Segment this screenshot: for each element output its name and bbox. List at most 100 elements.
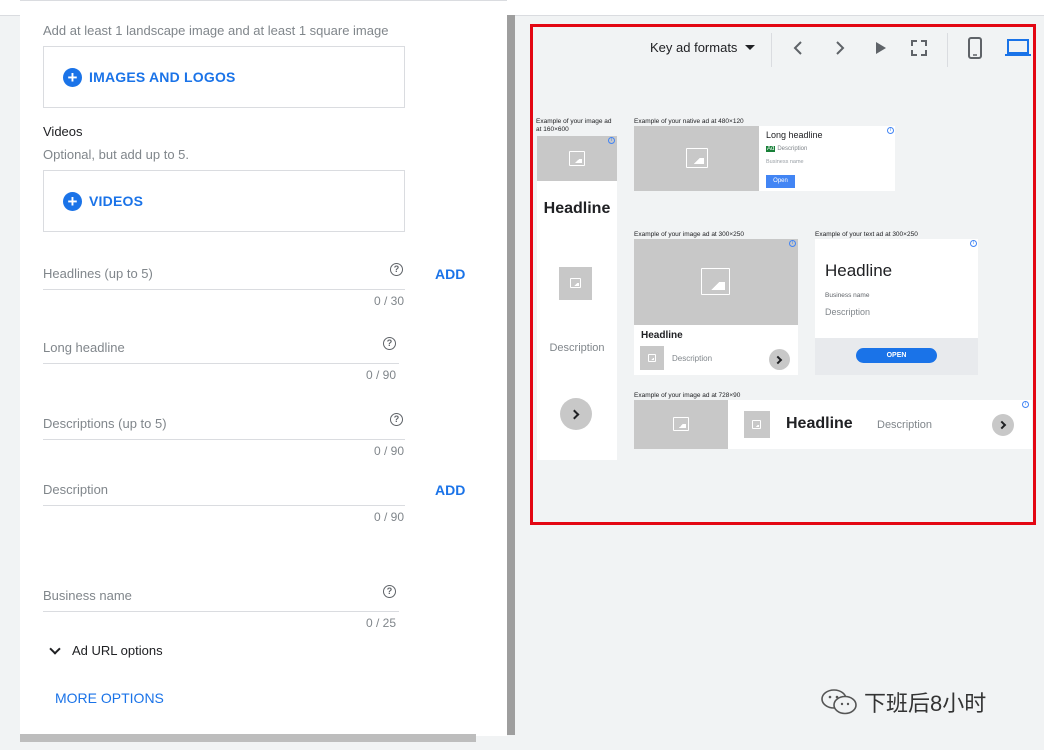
ad-description: Description	[877, 419, 933, 431]
image-icon	[673, 417, 689, 431]
help-icon[interactable]: ?	[383, 337, 396, 350]
ad-headline: Headline	[543, 200, 611, 217]
caption-text-300x250: Example of your text ad at 300×250	[815, 231, 918, 238]
descriptions-counter: 0 / 90	[374, 444, 405, 458]
description-field[interactable]: Description	[43, 482, 108, 497]
ad-image-300x250: i Headline Description	[634, 239, 798, 375]
long-headline-underline	[43, 363, 399, 364]
image-placeholder	[634, 126, 759, 191]
image-icon	[648, 354, 656, 362]
chevron-right-icon	[560, 398, 592, 430]
preview-toolbar: Key ad formats	[533, 27, 1033, 71]
image-placeholder	[537, 136, 617, 181]
caption-native-480x120: Example of your native ad at 480×120	[634, 118, 744, 125]
help-icon[interactable]: ?	[383, 585, 396, 598]
watermark-text: 下班后8小时	[864, 691, 987, 716]
open-button: OPEN	[856, 348, 937, 363]
open-button: Open	[766, 175, 795, 188]
more-options-button[interactable]: MORE OPTIONS	[55, 690, 164, 706]
horizontal-scrollbar[interactable]	[20, 734, 476, 742]
logo-placeholder	[559, 267, 592, 300]
ad-headline: Headline	[825, 261, 893, 280]
descriptions-field[interactable]: Descriptions (up to 5)	[43, 416, 167, 431]
chevron-right-icon	[992, 414, 1014, 436]
format-select[interactable]: Key ad formats	[650, 40, 756, 55]
logo-placeholder	[744, 411, 770, 438]
image-placeholder	[634, 239, 798, 325]
business-name-field[interactable]: Business name	[43, 588, 132, 603]
ad-form-panel	[20, 0, 507, 736]
add-videos-label: VIDEOS	[89, 193, 144, 209]
videos-hint: Optional, but add up to 5.	[43, 147, 189, 162]
ad-description: Description	[777, 146, 808, 152]
laptop-icon[interactable]	[1005, 37, 1031, 59]
ad-headline: Long headline	[766, 130, 823, 140]
form-scrollbar[interactable]	[507, 15, 515, 735]
image-icon	[701, 268, 730, 295]
image-icon	[686, 148, 708, 168]
ad-banner-728x90: Headline Description i	[634, 400, 1032, 449]
dropdown-arrow-icon	[745, 45, 756, 50]
watermark: 下班后8小时	[820, 686, 986, 718]
descriptions-underline	[43, 439, 405, 440]
business-name: Business name	[825, 292, 870, 299]
ad-preview-panel: Key ad formats Example of your image ad …	[530, 24, 1036, 525]
add-images-label: IMAGES AND LOGOS	[89, 69, 236, 85]
help-icon[interactable]: ?	[390, 263, 403, 276]
headlines-counter: 0 / 30	[374, 294, 405, 308]
ad-native-480x120: Long headline Ad Description Business na…	[634, 126, 895, 191]
info-icon: i	[789, 240, 796, 247]
videos-label: Videos	[43, 124, 83, 139]
add-videos-button[interactable]: + VIDEOS	[43, 170, 405, 232]
description-counter: 0 / 90	[374, 510, 405, 524]
ad-headline: Headline	[641, 330, 683, 341]
ad-description: Description	[549, 342, 605, 354]
headlines-field[interactable]: Headlines (up to 5)	[43, 266, 153, 281]
chevron-right-icon[interactable]	[829, 38, 849, 58]
logo-placeholder	[640, 346, 664, 370]
caption-image-300x250: Example of your image ad at 300×250	[634, 231, 745, 238]
ad-url-options-label: Ad URL options	[72, 643, 163, 658]
ad-url-options-toggle[interactable]: Ad URL options	[47, 642, 163, 658]
chevron-down-icon	[49, 642, 61, 655]
plus-icon: +	[63, 67, 82, 87]
business-name-counter: 0 / 25	[366, 616, 397, 630]
long-headline-counter: 0 / 90	[366, 368, 397, 382]
ad-badge: Ad	[766, 146, 776, 152]
fullscreen-icon[interactable]	[909, 38, 929, 58]
native-text-area: Long headline Ad Description Business na…	[759, 126, 895, 191]
caption-banner-728x90: Example of your image ad at 728×90	[634, 392, 741, 399]
business-name: Business name	[766, 159, 804, 165]
wechat-icon	[821, 689, 857, 715]
description-underline	[43, 505, 405, 506]
chevron-right-icon	[769, 349, 790, 370]
play-icon[interactable]	[870, 38, 890, 58]
phone-icon[interactable]	[965, 36, 985, 60]
toolbar-divider	[947, 33, 948, 67]
chevron-left-icon[interactable]	[789, 38, 809, 58]
toolbar-divider	[771, 33, 772, 67]
ad-headline: Headline	[786, 415, 853, 432]
add-description-button[interactable]: ADD	[435, 482, 465, 498]
business-name-underline	[43, 611, 399, 612]
ad-160x600: i Headline Description	[537, 136, 617, 460]
info-icon: i	[970, 240, 977, 247]
ad-text-300x250: i Headline Business name Description OPE…	[815, 239, 978, 375]
help-icon[interactable]: ?	[390, 413, 403, 426]
images-hint: Add at least 1 landscape image and at le…	[43, 23, 389, 38]
info-icon: i	[1022, 401, 1029, 408]
add-images-button[interactable]: + IMAGES AND LOGOS	[43, 46, 405, 108]
headlines-underline	[43, 289, 405, 290]
image-icon	[752, 420, 761, 429]
plus-icon: +	[63, 191, 82, 211]
add-headline-button[interactable]: ADD	[435, 266, 465, 282]
cta-area: OPEN	[815, 338, 978, 375]
info-icon: i	[887, 127, 894, 134]
image-icon	[569, 151, 585, 166]
ad-description: Description	[672, 354, 713, 363]
image-icon	[570, 278, 581, 288]
format-select-label: Key ad formats	[650, 40, 738, 55]
long-headline-field[interactable]: Long headline	[43, 340, 125, 355]
info-icon: i	[608, 137, 615, 144]
caption-160x600: Example of your image ad at 160×600	[536, 118, 612, 133]
